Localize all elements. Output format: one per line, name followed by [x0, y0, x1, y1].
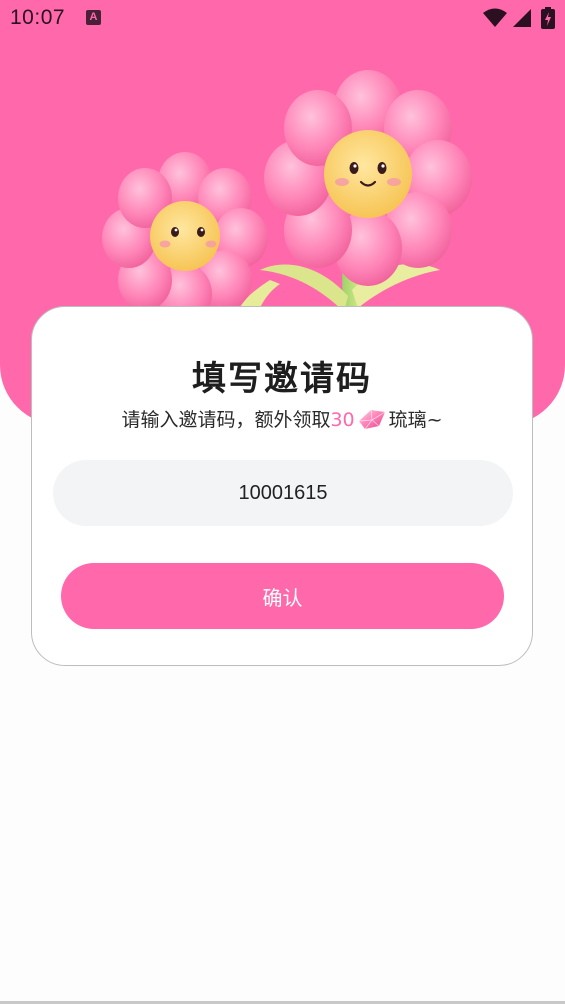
gem-icon: [358, 409, 385, 430]
notification-a-icon: A: [86, 10, 101, 25]
subtitle-suffix: 琉璃~: [388, 409, 443, 431]
confirm-button[interactable]: 确认: [61, 563, 504, 629]
battery-charging-icon: [541, 7, 555, 29]
wifi-icon: [483, 8, 507, 27]
flowers-illustration: [102, 70, 472, 320]
notification-a-letter: A: [89, 11, 98, 23]
invite-title: 填写邀请码: [192, 359, 372, 399]
status-time: 10:07: [10, 6, 66, 29]
status-bar: 10:07 A: [0, 0, 565, 38]
subtitle-prefix: 请输入邀请码，额外领取: [121, 409, 331, 431]
reward-amount: 30: [330, 409, 355, 431]
invite-code-input[interactable]: [53, 460, 513, 526]
invite-code-card: 填写邀请码 请输入邀请码，额外领取30 琉璃~ 确认: [31, 306, 533, 666]
invite-subtitle: 请输入邀请码，额外领取30 琉璃~: [32, 405, 532, 432]
signal-icon: [513, 9, 531, 27]
